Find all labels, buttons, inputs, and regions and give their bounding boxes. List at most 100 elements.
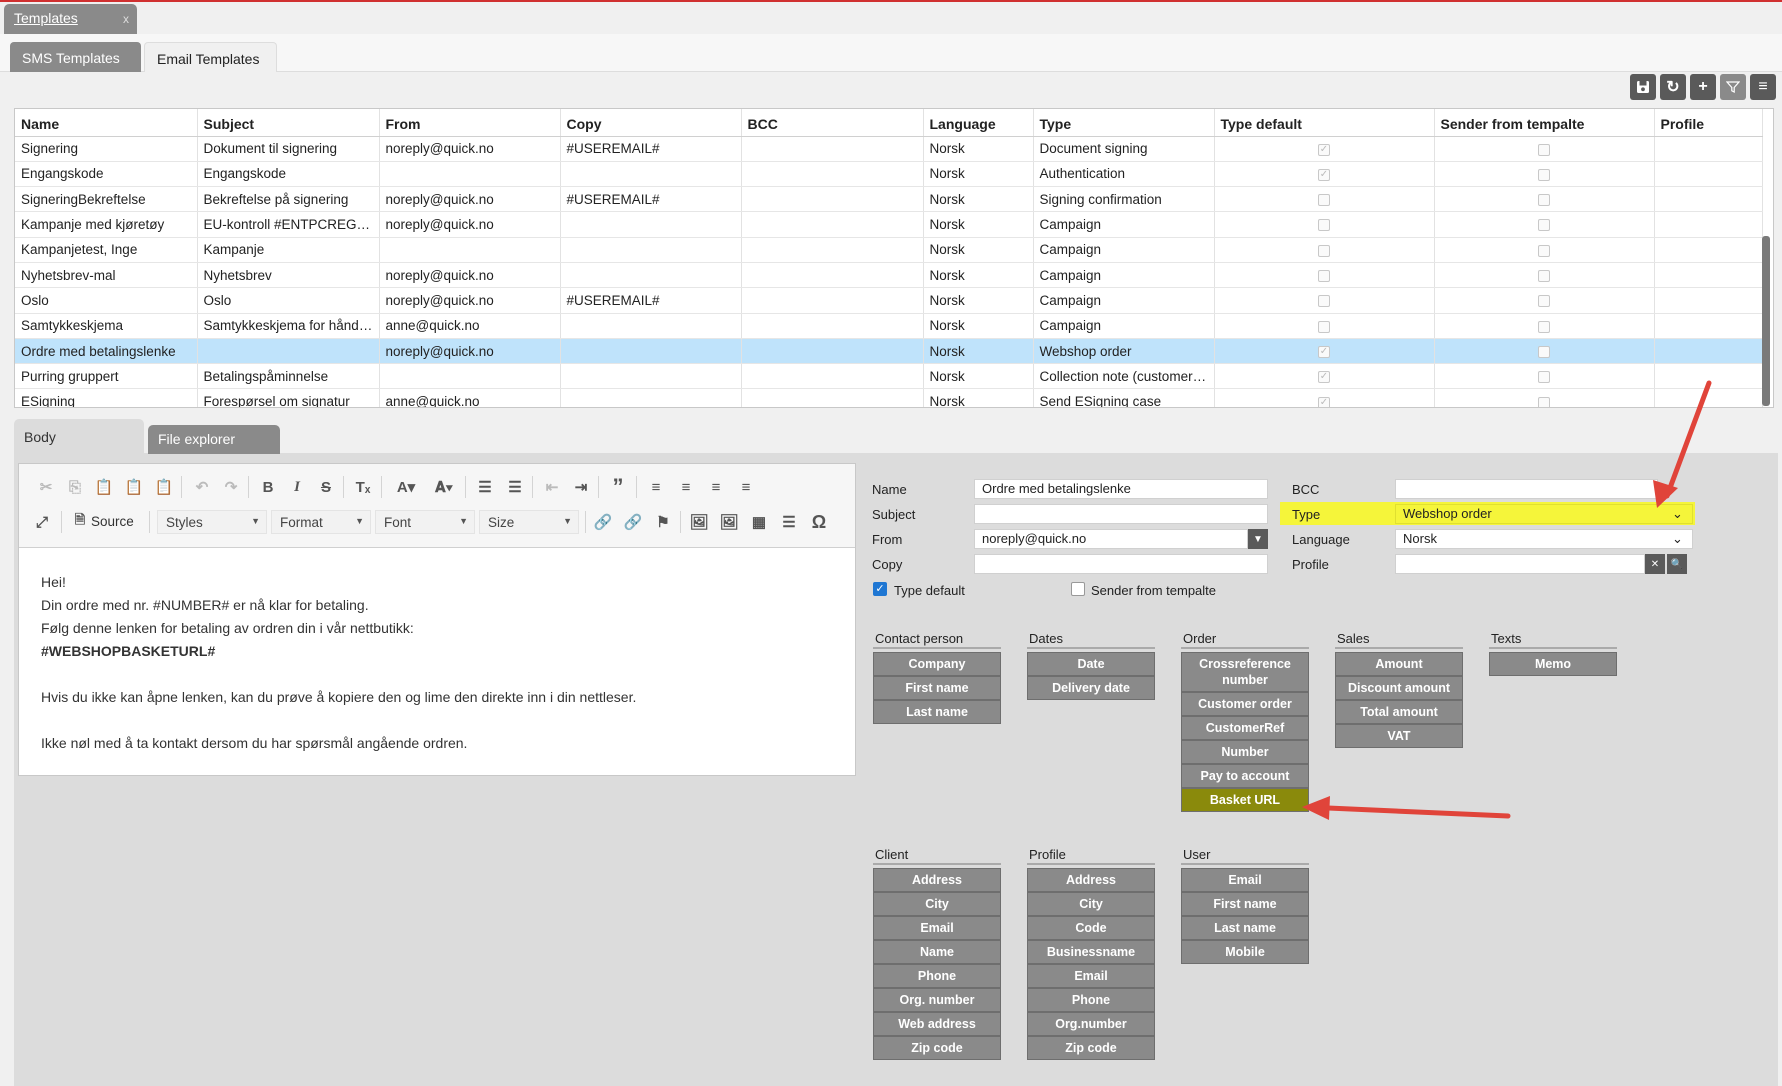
table-row[interactable]: Purring gruppert Betalingspåminnelse Norsk… <box>15 363 1763 390</box>
merge-field-button[interactable]: Zip code <box>1027 1036 1155 1060</box>
table-row[interactable]: Oslo Oslo noreply@quick.no #USEREMAIL# Norsk… <box>15 287 1763 314</box>
type-default-checkbox[interactable]: ✓ <box>1318 168 1330 181</box>
align-right-icon[interactable]: ≡ <box>705 476 727 498</box>
styles-dropdown[interactable]: Styles ▼ <box>157 510 267 534</box>
sender-from-template-checkbox[interactable] <box>1071 582 1085 596</box>
merge-field-button[interactable]: Total amount <box>1335 700 1463 724</box>
table-row[interactable]: Samtykkeskjema Samtykkeskjema for håndt… a… <box>15 313 1763 339</box>
merge-field-button[interactable]: Address <box>1027 868 1155 892</box>
column-header[interactable]: Profile <box>1654 109 1763 137</box>
text-color-icon[interactable]: A▾ <box>391 476 421 498</box>
merge-field-button[interactable]: First name <box>873 676 1001 700</box>
source-button[interactable]: Source <box>91 514 134 529</box>
copy-icon[interactable]: ⎘ <box>64 476 86 498</box>
merge-field-button[interactable]: Mobile <box>1181 940 1309 964</box>
tab-sms-templates[interactable]: SMS Templates <box>10 42 141 72</box>
menu-icon[interactable]: ≡ <box>1750 74 1776 100</box>
merge-field-button[interactable]: Name <box>873 940 1001 964</box>
document-tab-label[interactable]: Templates <box>14 10 78 26</box>
cut-icon[interactable]: ✂ <box>35 476 57 498</box>
maximize-icon[interactable]: ⤢ <box>31 511 53 533</box>
sender-checkbox[interactable] <box>1538 371 1550 384</box>
save-icon[interactable] <box>1630 74 1656 100</box>
undo-icon[interactable]: ↶ <box>191 476 213 498</box>
indent-icon[interactable]: ⇥ <box>570 476 592 498</box>
anchor-flag-icon[interactable]: ⚑ <box>652 511 674 533</box>
type-default-checkbox[interactable] <box>1318 244 1330 257</box>
merge-field-button[interactable]: Web address <box>873 1012 1001 1036</box>
merge-field-button[interactable]: Email <box>1181 868 1309 892</box>
merge-field-button[interactable]: Memo <box>1489 652 1617 676</box>
filter-icon[interactable] <box>1720 74 1746 100</box>
bullet-list-icon[interactable]: ☰ <box>504 476 526 498</box>
refresh-icon[interactable]: ↻ <box>1660 74 1686 100</box>
table-row[interactable]: Kampanjetest, Inge Kampanje Norsk Campaign <box>15 237 1763 263</box>
size-dropdown[interactable]: Size ▼ <box>479 510 579 534</box>
source-icon[interactable]: 🗎 <box>69 511 91 533</box>
merge-field-button[interactable]: Basket URL <box>1181 788 1309 812</box>
table-row[interactable]: Ordre med betalingslenke noreply@quick.no… <box>15 338 1763 365</box>
type-default-checkbox[interactable]: ✓ <box>1318 396 1330 407</box>
type-default-checkbox[interactable] <box>1318 270 1330 283</box>
column-header[interactable]: Copy <box>560 109 742 137</box>
outdent-icon[interactable]: ⇤ <box>541 476 563 498</box>
column-header[interactable]: Name <box>15 109 198 137</box>
merge-field-button[interactable]: First name <box>1181 892 1309 916</box>
merge-field-button[interactable]: Last name <box>873 700 1001 724</box>
type-default-checkbox[interactable] <box>1318 295 1330 308</box>
from-field[interactable]: noreply@quick.no <box>974 529 1248 549</box>
table-row[interactable]: Nyhetsbrev-mal Nyhetsbrev noreply@quick.no… <box>15 262 1763 289</box>
merge-field-button[interactable]: Crossreference number <box>1181 652 1309 692</box>
sender-checkbox[interactable] <box>1538 194 1550 207</box>
justify-icon[interactable]: ≡ <box>735 476 757 498</box>
paste-icon[interactable]: 📋 <box>93 476 115 498</box>
merge-field-button[interactable]: Last name <box>1181 916 1309 940</box>
column-header[interactable]: Type default <box>1214 109 1435 137</box>
subject-field[interactable] <box>974 504 1268 524</box>
type-default-checkbox[interactable]: ✓ <box>1318 143 1330 156</box>
merge-field-button[interactable]: Phone <box>873 964 1001 988</box>
type-default-checkbox[interactable]: ✓ <box>1318 345 1330 358</box>
merge-field-button[interactable]: Customer order <box>1181 692 1309 716</box>
merge-field-button[interactable]: Company <box>873 652 1001 676</box>
sender-checkbox[interactable] <box>1538 244 1550 257</box>
merge-field-button[interactable]: Zip code <box>873 1036 1001 1060</box>
numbered-list-icon[interactable]: ☰ <box>474 476 496 498</box>
grid-scrollbar[interactable] <box>1762 236 1770 406</box>
merge-field-button[interactable]: Number <box>1181 740 1309 764</box>
italic-icon[interactable]: I <box>286 476 308 498</box>
merge-field-button[interactable]: Address <box>873 868 1001 892</box>
tab-body[interactable]: Body <box>14 419 144 454</box>
format-dropdown[interactable]: Format ▼ <box>271 510 371 534</box>
column-header[interactable]: Subject <box>197 109 380 137</box>
type-default-checkbox[interactable] <box>1318 194 1330 207</box>
merge-field-button[interactable]: City <box>873 892 1001 916</box>
merge-field-button[interactable]: Delivery date <box>1027 676 1155 700</box>
paste-text-icon[interactable]: 📋 <box>123 476 145 498</box>
column-header[interactable]: Type <box>1033 109 1215 137</box>
strikethrough-icon[interactable]: S <box>315 476 337 498</box>
table-icon[interactable]: ▦ <box>748 511 770 533</box>
merge-field-button[interactable]: Date <box>1027 652 1155 676</box>
bcc-field[interactable] <box>1395 479 1658 499</box>
merge-field-button[interactable]: Discount amount <box>1335 676 1463 700</box>
background-color-icon[interactable]: 𝐀▾ <box>429 476 459 498</box>
sender-checkbox[interactable] <box>1538 219 1550 232</box>
merge-field-button[interactable]: Email <box>873 916 1001 940</box>
type-select[interactable]: Webshop order <box>1395 504 1693 524</box>
sender-checkbox[interactable] <box>1538 345 1550 358</box>
language-select[interactable]: Norsk <box>1395 529 1693 549</box>
paste-word-icon[interactable]: 📋 <box>153 476 175 498</box>
name-field[interactable]: Ordre med betalingslenke <box>974 479 1268 499</box>
tab-email-templates[interactable]: Email Templates <box>144 42 277 72</box>
merge-field-button[interactable]: Org.number <box>1027 1012 1155 1036</box>
sender-checkbox[interactable] <box>1538 320 1550 333</box>
sender-checkbox[interactable] <box>1538 168 1550 181</box>
column-header[interactable]: Language <box>923 109 1034 137</box>
image-alt-icon[interactable]: 🖼 <box>718 511 740 533</box>
image-icon[interactable]: 🖼 <box>688 511 710 533</box>
font-dropdown[interactable]: Font ▼ <box>375 510 475 534</box>
search-icon[interactable]: 🔍 <box>1667 554 1687 574</box>
column-header[interactable]: BCC <box>741 109 924 137</box>
special-char-icon[interactable]: Ω <box>808 511 830 533</box>
